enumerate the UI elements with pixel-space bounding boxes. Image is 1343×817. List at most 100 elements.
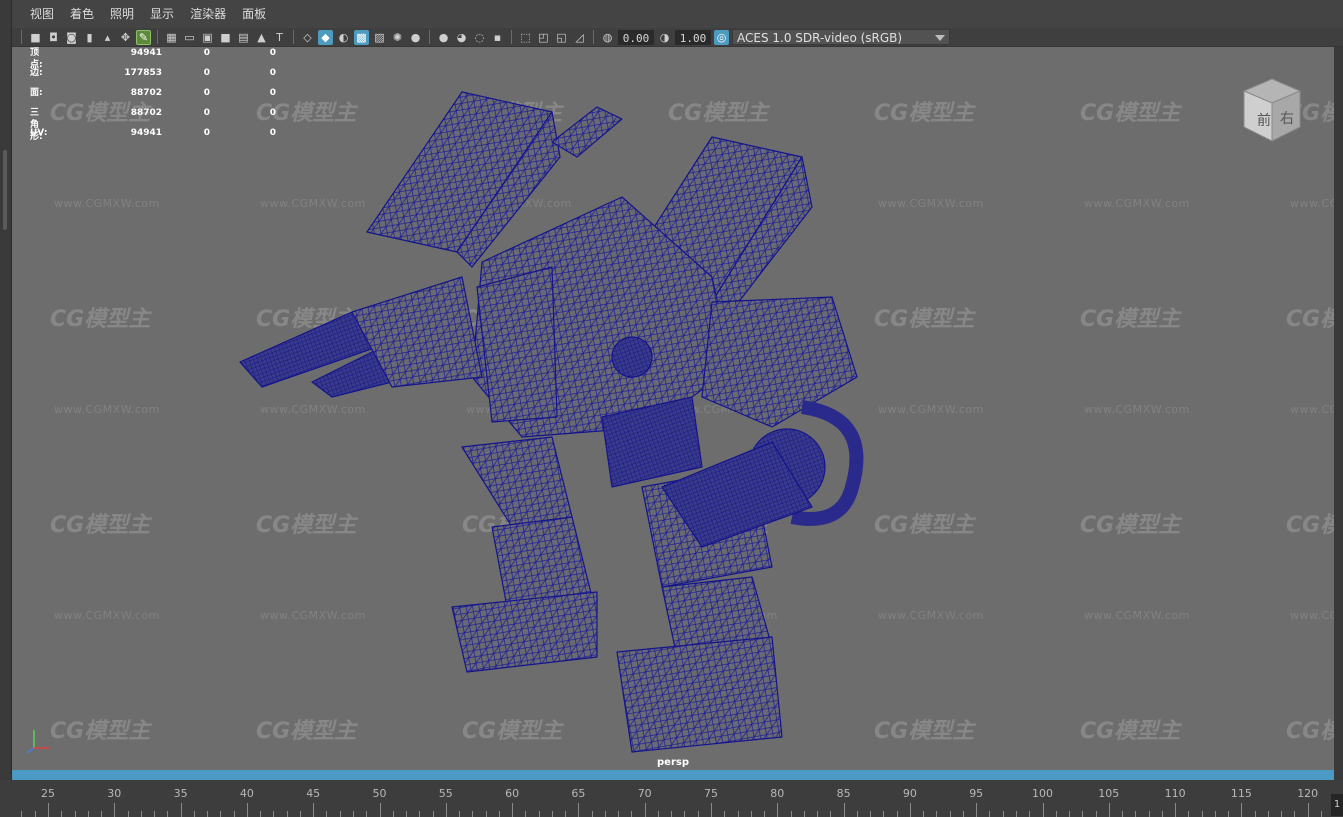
hud-value: 0	[203, 88, 210, 98]
view-cube-front-label[interactable]: 前	[1257, 112, 1271, 129]
toolbar-separator	[21, 30, 22, 44]
ruler-tick	[34, 811, 36, 817]
mech-wireframe-model[interactable]	[12, 47, 1334, 770]
ruler-tick	[339, 811, 341, 817]
ruler-tick	[976, 803, 978, 817]
ruler-tick	[1228, 811, 1230, 817]
textured-icon[interactable]: ▨	[372, 30, 387, 45]
ruler-tick	[631, 811, 633, 817]
screen-space-ao-icon[interactable]: ●	[436, 30, 451, 45]
motion-blur-icon[interactable]: ◕	[454, 30, 469, 45]
hud-label: UV:	[30, 128, 48, 138]
ruler-tick	[936, 811, 938, 817]
ruler-tick	[101, 811, 103, 817]
view-cube-right-label[interactable]: 右	[1280, 111, 1294, 127]
hud-value: 88702	[130, 108, 162, 118]
persp-viewport[interactable]: CG模型主CG模型主CG模型主CG模型主CG模型主CG模型主CG模型主CG模型主…	[12, 47, 1334, 770]
exposure-icon[interactable]: ◍	[600, 30, 615, 45]
safe-action-icon[interactable]: ▲	[254, 30, 269, 45]
viewport-scrollbar[interactable]	[1334, 47, 1343, 780]
toolbar-separator	[593, 30, 594, 44]
ruler-tick	[817, 811, 819, 817]
ruler-tick	[1148, 811, 1150, 817]
field-chart-icon[interactable]: ▤	[236, 30, 251, 45]
left-panel-edge	[0, 0, 12, 790]
ruler-tick	[803, 811, 805, 817]
image-plane-icon[interactable]: ▴	[100, 30, 115, 45]
menu-shading[interactable]: 着色	[62, 0, 102, 28]
ruler-tick-label: 90	[902, 787, 917, 800]
hud-value: 88702	[130, 88, 162, 98]
bookmark-camera-icon[interactable]: ◙	[64, 30, 79, 45]
ruler-tick	[1015, 811, 1017, 817]
ruler-tick	[1069, 811, 1071, 817]
hud-value: 94941	[130, 48, 162, 58]
select-camera-icon[interactable]: ■	[28, 30, 43, 45]
camera-attributes-icon[interactable]: ◘	[46, 30, 61, 45]
view-transform-dropdown[interactable]: ACES 1.0 SDR-video (sRGB)	[732, 29, 950, 45]
ruler-tick	[1175, 803, 1177, 817]
ruler-tick	[1002, 811, 1004, 817]
gate-mask-icon[interactable]: ■	[218, 30, 233, 45]
view-cube[interactable]: 前 右	[1240, 75, 1304, 145]
grease-pencil-icon[interactable]: ✎	[136, 29, 151, 45]
ruler-tick	[551, 811, 553, 817]
two-d-pan-zoom-icon[interactable]: ✥	[118, 30, 133, 45]
menu-renderer[interactable]: 渲染器	[182, 0, 234, 28]
ruler-tick	[1254, 811, 1256, 817]
smooth-shade-icon[interactable]: ◆	[318, 29, 333, 45]
hud-value: 0	[269, 88, 276, 98]
ruler-tick	[1135, 811, 1137, 817]
ruler-tick	[140, 811, 142, 817]
panel-resize-handle[interactable]	[3, 150, 7, 230]
xray-joints-icon[interactable]: ◿	[572, 30, 587, 45]
film-gate-icon[interactable]: ▭	[182, 30, 197, 45]
menu-lighting[interactable]: 照明	[102, 0, 142, 28]
ruler-tick	[870, 811, 872, 817]
gamma-field[interactable]: 1.00	[675, 29, 711, 45]
xray-active-components-icon[interactable]: ◱	[554, 30, 569, 45]
ruler-tick	[406, 811, 408, 817]
ruler-tick-label: 115	[1230, 787, 1252, 800]
color-management-icon[interactable]: ◎	[714, 29, 729, 45]
ruler-tick	[193, 811, 195, 817]
grid-icon[interactable]: ▦	[164, 30, 179, 45]
menu-view[interactable]: 视图	[22, 0, 62, 28]
wireframe-icon[interactable]: ◇	[300, 30, 315, 45]
time-slider-ruler[interactable]: 1 25 30 35 40 45 50 55 60 65 70 75 80 85 90 95 100 105 11…	[0, 780, 1343, 817]
ruler-tick	[962, 811, 964, 817]
ruler-tick-label: 55	[438, 787, 453, 800]
ruler-tick	[684, 811, 686, 817]
ruler-tick	[87, 811, 89, 817]
isolate-select-icon[interactable]: ⬚	[518, 30, 533, 45]
timeline-range-bar[interactable]	[12, 770, 1334, 780]
safe-title-icon[interactable]: T	[272, 30, 287, 45]
exposure-field[interactable]: 0.00	[618, 29, 654, 45]
menu-show[interactable]: 显示	[142, 0, 182, 28]
wireframe-on-shaded-icon[interactable]: ▩	[354, 29, 369, 45]
depth-of-field-icon[interactable]: ▪	[490, 30, 505, 45]
ruler-tick	[48, 803, 49, 817]
ruler-tick	[472, 811, 474, 817]
hud-value: 0	[203, 108, 210, 118]
shadows-icon[interactable]: ●	[408, 30, 423, 45]
hud-value: 0	[269, 128, 276, 138]
current-frame-field[interactable]: 1	[1331, 794, 1343, 816]
ruler-tick	[1095, 811, 1097, 817]
panel-menu-bar: 视图 着色 照明 显示 渲染器 面板	[12, 0, 1343, 28]
menu-panels[interactable]: 面板	[234, 0, 274, 28]
xray-icon[interactable]: ◰	[536, 30, 551, 45]
gamma-icon[interactable]: ◑	[657, 30, 672, 45]
use-all-lights-icon[interactable]: ✺	[390, 30, 405, 45]
ruler-tick	[525, 811, 527, 817]
ruler-tick	[1029, 811, 1031, 817]
resolution-gate-icon[interactable]: ▣	[200, 30, 215, 45]
ruler-tick	[1122, 811, 1124, 817]
bookmark-icon[interactable]: ▮	[82, 30, 97, 45]
ruler-tick	[671, 811, 673, 817]
ruler-tick	[711, 803, 712, 817]
anti-aliasing-icon[interactable]: ◌	[472, 30, 487, 45]
default-material-icon[interactable]: ◐	[336, 30, 351, 45]
ruler-tick	[923, 811, 925, 817]
ruler-tick	[538, 811, 540, 817]
